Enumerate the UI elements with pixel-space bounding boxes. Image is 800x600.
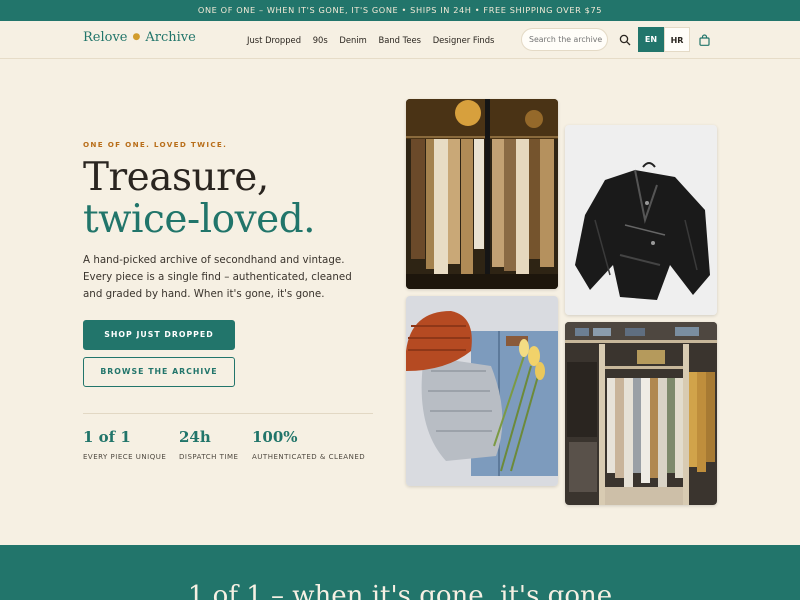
- stat-label-dispatch: DISPATCH TIME: [179, 453, 239, 461]
- photo-leather-jacket[interactable]: [565, 125, 717, 315]
- browse-archive-button[interactable]: BROWSE THE ARCHIVE: [83, 357, 235, 387]
- nav-item-band-tees[interactable]: Band Tees: [378, 35, 421, 45]
- stat-value-unique: 1 of 1: [83, 428, 131, 446]
- brand-dot-icon: ●: [132, 32, 141, 42]
- shop-just-dropped-button[interactable]: SHOP JUST DROPPED: [83, 320, 235, 350]
- tagline-title: 1 of 1 – when it's gone, it's gone: [187, 581, 613, 600]
- language-en-button[interactable]: EN: [638, 27, 664, 52]
- brand-name-part2: Archive: [145, 30, 196, 45]
- language-hr-button[interactable]: HR: [664, 27, 690, 52]
- hero-title-line2: twice-loved.: [83, 197, 316, 242]
- nav-item-designer-finds[interactable]: Designer Finds: [433, 35, 495, 45]
- photo-closet[interactable]: [565, 322, 717, 505]
- brand-logo[interactable]: Relove ● Archive: [83, 30, 196, 45]
- hero-eyebrow: ONE OF ONE. LOVED TWICE.: [83, 140, 228, 149]
- tagline-band: 1 of 1 – when it's gone, it's gone: [0, 545, 800, 600]
- photo-flat-lay[interactable]: [406, 296, 558, 486]
- search-input[interactable]: [521, 28, 608, 51]
- nav-item-90s[interactable]: 90s: [313, 35, 328, 45]
- search-icon[interactable]: [619, 34, 631, 46]
- site-header: Relove ● Archive Just Dropped 90s Denim Ba…: [0, 21, 800, 59]
- stat-value-authenticated: 100%: [252, 428, 298, 446]
- stat-label-authenticated: AUTHENTICATED & CLEANED: [252, 453, 366, 461]
- announcement-text: ONE OF ONE – WHEN IT'S GONE, IT'S GONE •…: [197, 5, 603, 15]
- announcement-bar: ONE OF ONE – WHEN IT'S GONE, IT'S GONE •…: [0, 0, 800, 21]
- stat-value-dispatch: 24h: [179, 428, 211, 446]
- brand-name-part1: Relove: [83, 30, 128, 45]
- main-menu: Just Dropped 90s Denim Band Tees Designe…: [247, 35, 503, 45]
- hero-title-line1: Treasure,: [83, 155, 269, 200]
- shopping-bag-icon[interactable]: [699, 34, 710, 46]
- stat-label-unique: EVERY PIECE UNIQUE: [83, 453, 167, 461]
- nav-item-just-dropped[interactable]: Just Dropped: [247, 35, 301, 45]
- nav-item-denim[interactable]: Denim: [339, 35, 366, 45]
- photo-clothing-rack[interactable]: [406, 99, 558, 289]
- hero-description: A hand-picked archive of secondhand and …: [83, 254, 352, 300]
- stats-divider: [83, 413, 373, 414]
